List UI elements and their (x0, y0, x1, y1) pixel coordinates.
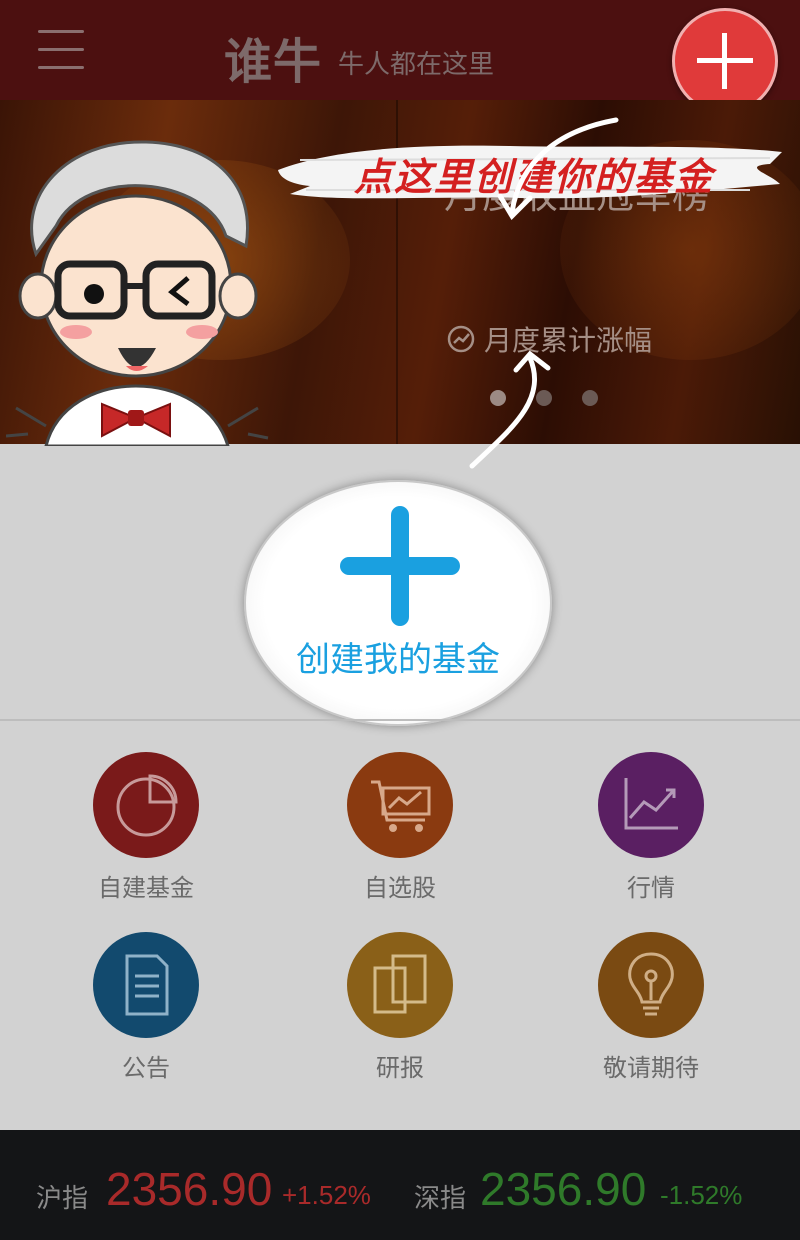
mascot-illustration (6, 140, 269, 446)
grid-icon-circle (598, 932, 704, 1038)
index-change: -1.52% (660, 1180, 743, 1210)
grid-label: 研报 (376, 1054, 424, 1082)
index-ticker-bar[interactable]: 沪指 2356.90 +1.52% 深指 2356.90 -1.52% (0, 1130, 800, 1240)
grid-label: 自建基金 (98, 874, 194, 902)
grid-item-market[interactable]: 行情 (551, 752, 751, 903)
grid-icon-circle (93, 752, 199, 858)
grid-label: 自选股 (364, 874, 436, 902)
index-name: 深指 (414, 1184, 467, 1214)
grid-item-watchlist[interactable]: 自选股 (300, 752, 500, 903)
report-pages-icon (373, 954, 427, 1014)
grid-label: 公告 (122, 1054, 170, 1082)
index-value: 2356.90 (480, 1163, 647, 1215)
grid-label: 行情 (627, 874, 675, 902)
index-change: +1.52% (282, 1180, 371, 1210)
app-title: 谁牛 (224, 34, 323, 90)
plus-icon (697, 33, 753, 89)
shopping-cart-chart-icon (371, 780, 431, 832)
grid-item-self-built-fund[interactable]: 自建基金 (46, 752, 246, 903)
grid-item-announcements[interactable]: 公告 (46, 932, 246, 1083)
line-chart-icon (624, 778, 678, 830)
plus-icon (340, 506, 460, 626)
hamburger-menu-icon[interactable] (38, 28, 84, 72)
index-name: 沪指 (36, 1184, 89, 1214)
grid-item-research-reports[interactable]: 研报 (300, 932, 500, 1083)
grid-icon-circle (347, 752, 453, 858)
grid-label: 敬请期待 (603, 1054, 699, 1082)
document-icon (125, 954, 169, 1016)
app-slogan: 牛人都在这里 (338, 50, 495, 80)
grid-icon-circle (347, 932, 453, 1038)
index-value: 2356.90 (106, 1163, 273, 1215)
grid-icon-circle (93, 932, 199, 1038)
pie-chart-icon (116, 774, 178, 837)
grid-icon-circle (598, 752, 704, 858)
create-fund-button[interactable]: 创建我的基金 (244, 480, 552, 726)
top-add-button[interactable] (672, 8, 778, 114)
create-fund-label: 创建我的基金 (296, 640, 500, 680)
lightbulb-icon (628, 952, 674, 1016)
divider (0, 719, 800, 721)
grid-item-coming-soon[interactable]: 敬请期待 (551, 932, 751, 1083)
